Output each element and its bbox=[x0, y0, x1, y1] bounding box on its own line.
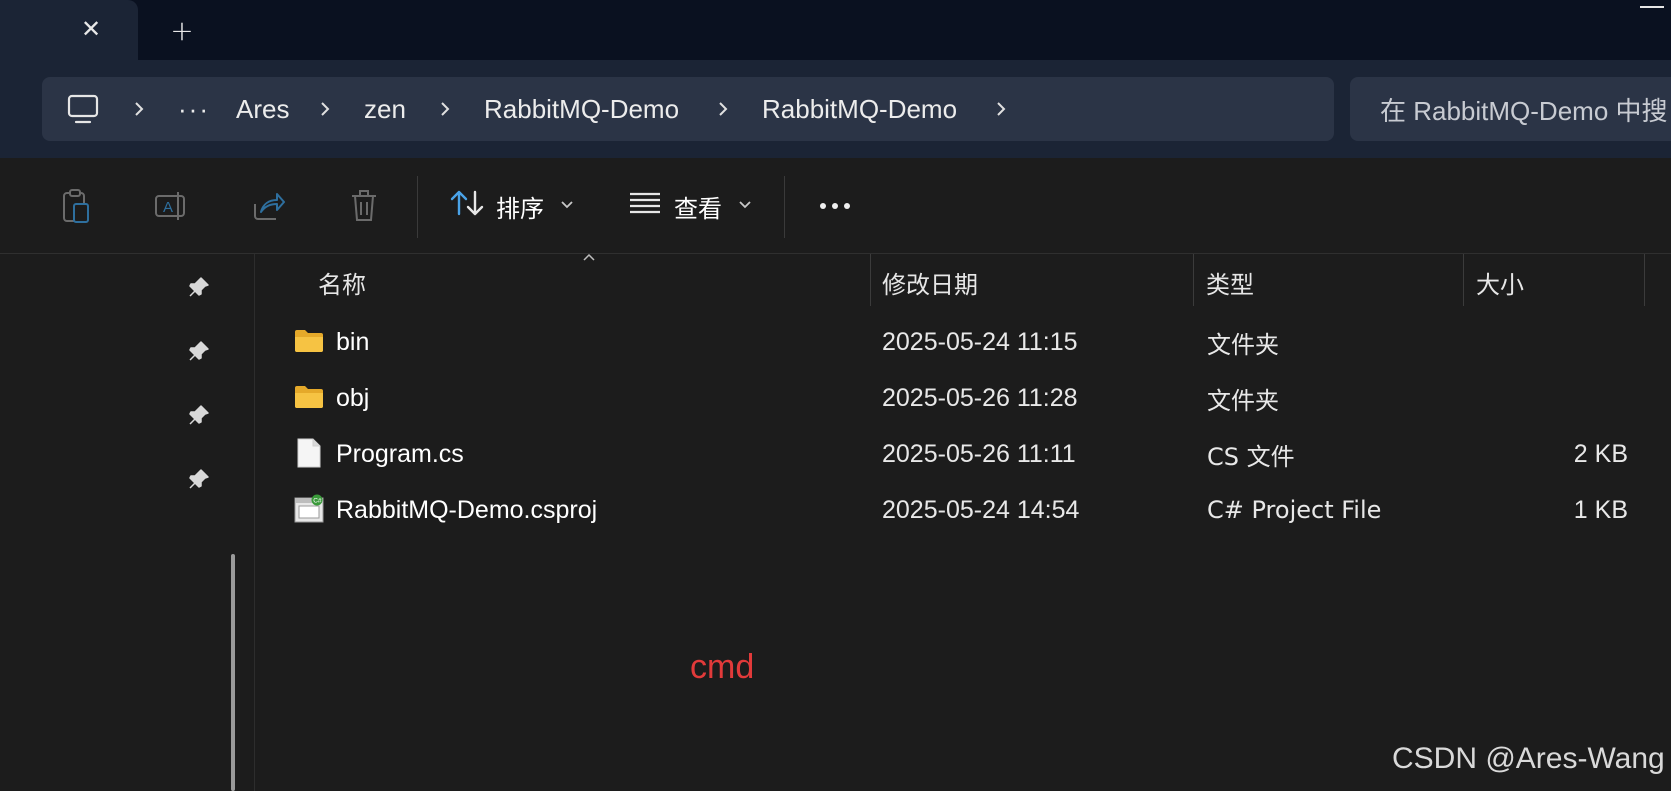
breadcrumb-ares[interactable]: Ares bbox=[236, 77, 289, 141]
file-size bbox=[1476, 370, 1628, 426]
new-tab-button[interactable]: + bbox=[166, 14, 198, 47]
toolbar-divider bbox=[784, 176, 785, 238]
svg-text:A: A bbox=[163, 199, 173, 216]
pin-icon[interactable] bbox=[186, 338, 212, 364]
annotation-cmd: cmd bbox=[690, 648, 755, 686]
active-tab[interactable]: ✕ bbox=[0, 0, 138, 62]
file-modified: 2025-05-24 11:15 bbox=[882, 327, 1078, 356]
search-input[interactable]: 在 RabbitMQ-Demo 中搜 bbox=[1350, 77, 1671, 141]
file-size: 1 KB bbox=[1573, 495, 1628, 524]
chevron-down-icon bbox=[560, 198, 574, 214]
tab-strip: ✕ + bbox=[0, 0, 1671, 62]
svg-text:C#: C# bbox=[313, 498, 322, 505]
breadcrumb-overflow[interactable]: ··· bbox=[178, 77, 210, 141]
more-icon[interactable] bbox=[810, 180, 860, 232]
column-divider[interactable] bbox=[1193, 254, 1194, 306]
file-name[interactable]: obj bbox=[336, 370, 369, 426]
delete-icon[interactable] bbox=[344, 186, 384, 226]
rename-icon[interactable]: A bbox=[152, 186, 192, 226]
file-modified: 2025-05-24 14:54 bbox=[882, 495, 1080, 524]
chevron-right-icon[interactable] bbox=[716, 77, 730, 141]
chevron-right-icon[interactable] bbox=[994, 77, 1008, 141]
breadcrumb-rabbitmq-demo-parent[interactable]: RabbitMQ-Demo bbox=[484, 77, 679, 141]
breadcrumb-zen[interactable]: zen bbox=[364, 77, 406, 141]
file-type: C# Project File bbox=[1207, 496, 1382, 524]
file-type: CS 文件 bbox=[1207, 442, 1295, 471]
chevron-right-icon[interactable] bbox=[318, 77, 332, 141]
view-lines-icon bbox=[628, 190, 662, 222]
file-name[interactable]: RabbitMQ-Demo.csproj bbox=[336, 482, 597, 538]
sort-label: 排序 bbox=[496, 194, 544, 223]
file-type: 文件夹 bbox=[1207, 330, 1279, 359]
sort-button[interactable]: 排序 bbox=[450, 180, 574, 232]
pin-icon[interactable] bbox=[186, 402, 212, 428]
scrollbar-thumb[interactable] bbox=[231, 554, 235, 791]
breadcrumb-rabbitmq-demo-current[interactable]: RabbitMQ-Demo bbox=[762, 77, 957, 141]
file-size: 2 KB bbox=[1573, 439, 1628, 468]
address-bar[interactable]: ··· Ares zen RabbitMQ-Demo RabbitMQ-Demo bbox=[42, 77, 1334, 141]
folder-icon bbox=[294, 326, 324, 356]
file-row[interactable]: Program.cs 2025-05-26 11:11 CS 文件 2 KB bbox=[256, 426, 1671, 482]
column-divider[interactable] bbox=[1644, 254, 1645, 306]
view-button[interactable]: 查看 bbox=[628, 180, 752, 232]
watermark: CSDN @Ares-Wang bbox=[1392, 742, 1665, 775]
chevron-down-icon bbox=[738, 198, 752, 214]
toolbar-divider bbox=[417, 176, 418, 238]
file-type: 文件夹 bbox=[1207, 386, 1279, 415]
column-header-type[interactable]: 类型 bbox=[1206, 254, 1254, 310]
address-row: ··· Ares zen RabbitMQ-Demo RabbitMQ-Demo… bbox=[0, 60, 1671, 158]
sort-arrows-icon bbox=[450, 188, 484, 224]
file-size bbox=[1476, 314, 1628, 370]
computer-icon[interactable] bbox=[66, 93, 100, 125]
sort-caret-up-icon bbox=[582, 250, 596, 266]
file-name[interactable]: bin bbox=[336, 314, 369, 370]
pin-icon[interactable] bbox=[186, 466, 212, 492]
file-icon bbox=[296, 438, 326, 468]
chevron-right-icon[interactable] bbox=[132, 77, 146, 141]
file-modified: 2025-05-26 11:28 bbox=[882, 383, 1078, 412]
folder-icon bbox=[294, 382, 324, 412]
command-bar: A 排序 查看 bbox=[0, 158, 1671, 254]
file-list: 名称 修改日期 类型 大小 bin 2025-05-24 11:15 文件夹 o… bbox=[256, 253, 1671, 791]
file-modified: 2025-05-26 11:11 bbox=[882, 439, 1076, 468]
column-header-divider[interactable] bbox=[1463, 254, 1464, 306]
close-tab-button[interactable]: ✕ bbox=[76, 14, 106, 44]
column-header-size[interactable]: 大小 bbox=[1476, 254, 1524, 310]
navigation-pane bbox=[0, 254, 255, 791]
minimize-icon[interactable] bbox=[1640, 6, 1664, 8]
chevron-right-icon[interactable] bbox=[438, 77, 452, 141]
share-icon[interactable] bbox=[248, 186, 288, 226]
column-divider[interactable] bbox=[870, 254, 871, 306]
file-row[interactable]: bin 2025-05-24 11:15 文件夹 bbox=[256, 314, 1671, 370]
paste-icon[interactable] bbox=[56, 186, 96, 226]
file-row[interactable]: C# RabbitMQ-Demo.csproj 2025-05-24 14:54… bbox=[256, 482, 1671, 538]
view-label: 查看 bbox=[674, 194, 722, 223]
column-header-name[interactable]: 名称 bbox=[318, 254, 366, 310]
pin-icon[interactable] bbox=[186, 274, 212, 300]
file-name[interactable]: Program.cs bbox=[336, 426, 464, 482]
column-header-modified[interactable]: 修改日期 bbox=[882, 254, 978, 310]
file-row[interactable]: obj 2025-05-26 11:28 文件夹 bbox=[256, 370, 1671, 426]
csproj-icon: C# bbox=[294, 494, 324, 524]
